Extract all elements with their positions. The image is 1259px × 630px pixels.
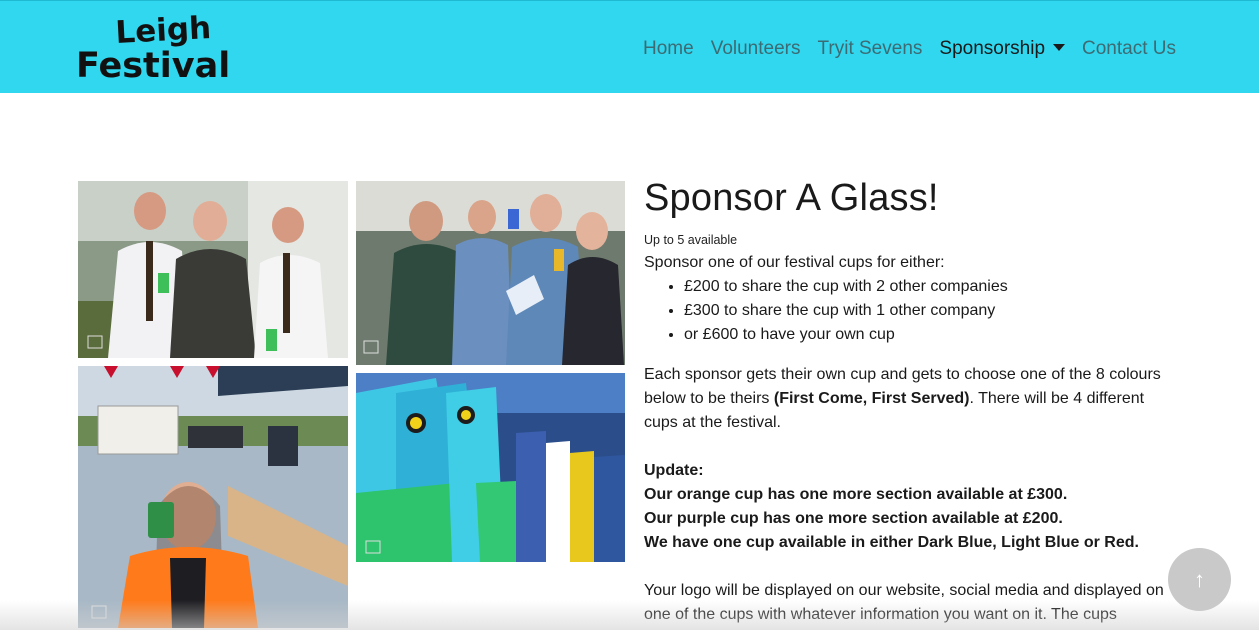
nav-sponsorship-label: Sponsorship: [939, 38, 1046, 59]
update-block: Update: Our orange cup has one more sect…: [644, 459, 1164, 555]
nav-home[interactable]: Home: [643, 38, 694, 60]
svg-text:Festival: Festival: [76, 46, 230, 81]
update-heading: Update:: [644, 462, 704, 479]
pricing-option: £200 to share the cup with 2 other compa…: [684, 275, 1164, 299]
availability-note: Up to 5 available: [644, 233, 738, 247]
photo-festival-cups: [356, 373, 625, 562]
navbar: Leigh Festival Home Volunteers Tryit Sev…: [0, 0, 1259, 93]
back-to-top-button[interactable]: ↑: [1168, 548, 1231, 611]
nav-volunteers[interactable]: Volunteers: [711, 38, 801, 60]
colours-paragraph: Each sponsor gets their own cup and gets…: [644, 363, 1164, 435]
page-title: Sponsor A Glass!: [644, 177, 939, 219]
nav-sponsorship-dropdown[interactable]: Sponsorship: [939, 38, 1066, 60]
first-come-note: (First Come, First Served): [773, 390, 970, 407]
intro-text: Sponsor one of our festival cups for eit…: [644, 254, 945, 271]
photo-volunteer-hivis: [78, 366, 348, 628]
bottom-fade: [0, 600, 1259, 630]
nav-tryit-sevens[interactable]: Tryit Sevens: [818, 38, 923, 60]
logo-image: Leigh Festival: [76, 10, 230, 86]
nav-contact-us[interactable]: Contact Us: [1082, 38, 1176, 60]
caret-down-icon: [1053, 44, 1066, 51]
photo-three-men: [78, 181, 348, 358]
update-line: Our purple cup has one more section avai…: [644, 510, 1063, 527]
leigh-festival-logo[interactable]: Leigh Festival: [76, 10, 236, 86]
arrow-up-icon: ↑: [1194, 566, 1205, 592]
pricing-option: £300 to share the cup with 1 other compa…: [684, 299, 1164, 323]
main-nav: Home Volunteers Tryit Sevens Sponsorship…: [626, 38, 1176, 60]
photo-crowd-tent: [356, 181, 625, 365]
sponsor-glass-section: Sponsor A Glass! Up to 5 available Spons…: [644, 175, 1164, 627]
pricing-option: or £600 to have your own cup: [684, 323, 1164, 347]
pricing-options-list: £200 to share the cup with 2 other compa…: [684, 275, 1164, 347]
update-line: We have one cup available in either Dark…: [644, 534, 1139, 551]
update-line: Our orange cup has one more section avai…: [644, 486, 1068, 503]
